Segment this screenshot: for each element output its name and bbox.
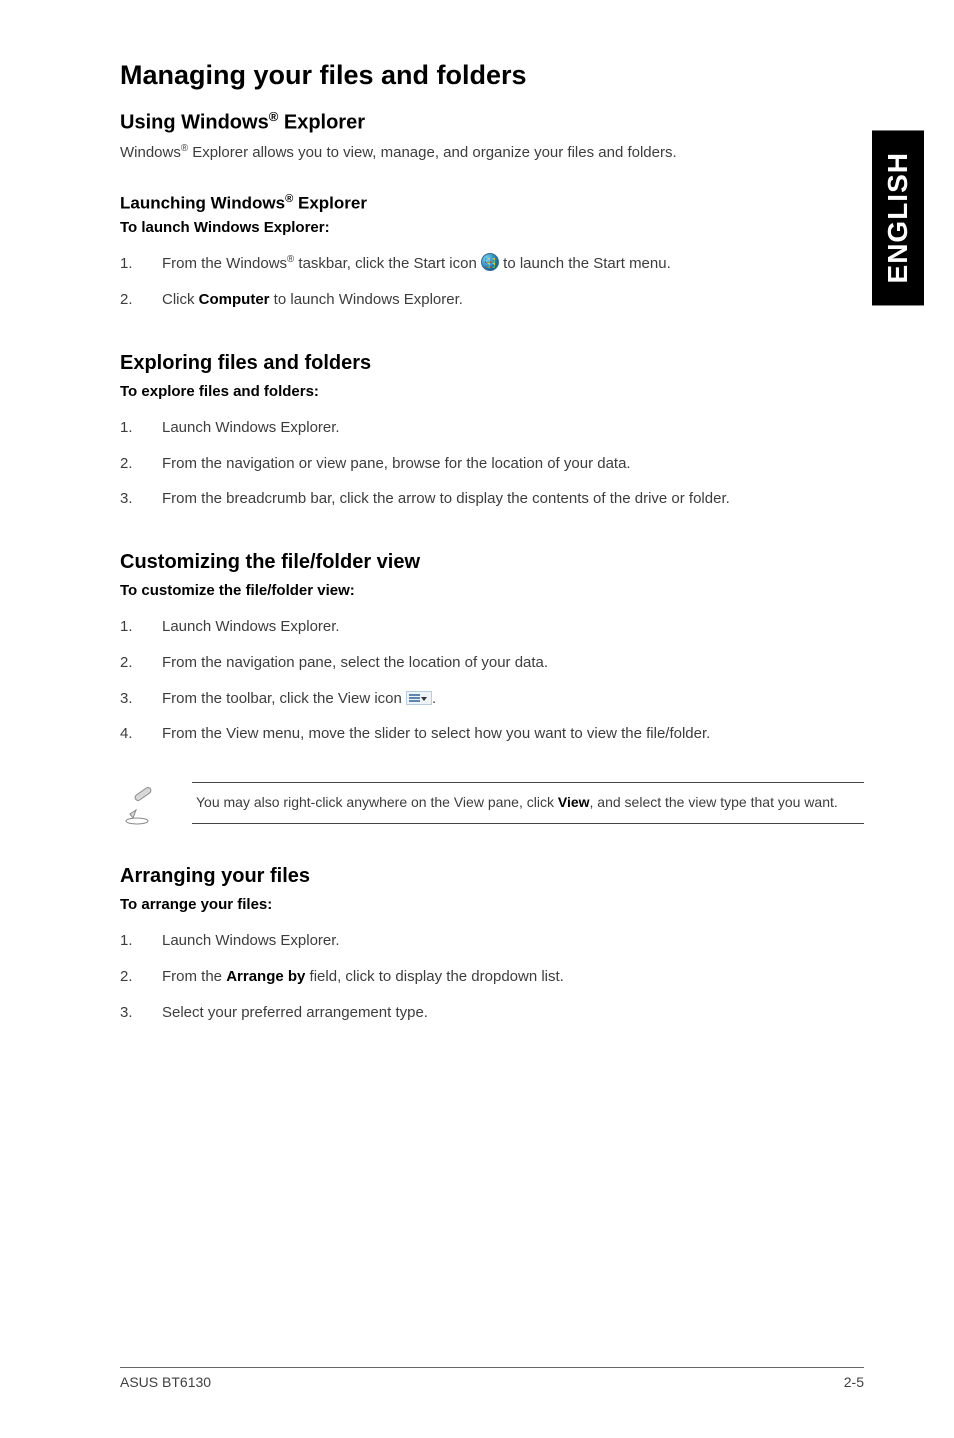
customize-steps: 1. Launch Windows Explorer. 2. From the … (120, 609, 864, 752)
footer-left: ASUS BT6130 (120, 1374, 211, 1390)
heading-customizing: Customizing the file/folder view (120, 551, 864, 574)
language-tab: ENGLISH (872, 130, 924, 305)
note-box: You may also right-click anywhere on the… (122, 782, 864, 831)
view-icon (406, 691, 432, 705)
list-item: 4. From the View menu, move the slider t… (120, 716, 864, 752)
heading-launching-explorer: Launching Windows® Explorer (120, 193, 864, 214)
heading-using-explorer: Using Windows® Explorer (120, 109, 864, 135)
list-item: 2. From the navigation or view pane, bro… (120, 446, 864, 482)
list-item: 1. Launch Windows Explorer. (120, 410, 864, 446)
sub-arrange: To arrange your files: (120, 896, 864, 913)
sub-explore: To explore files and folders: (120, 383, 864, 400)
explore-steps: 1. Launch Windows Explorer. 2. From the … (120, 410, 864, 517)
page-content: Managing your files and folders Using Wi… (0, 0, 954, 1100)
page-title: Managing your files and folders (120, 60, 864, 91)
list-item: 2. From the navigation pane, select the … (120, 645, 864, 681)
sub-customize: To customize the file/folder view: (120, 582, 864, 599)
list-item: 3. From the breadcrumb bar, click the ar… (120, 481, 864, 517)
pencil-icon (122, 782, 162, 831)
page-footer: ASUS BT6130 2-5 (120, 1367, 864, 1390)
heading-arranging: Arranging your files (120, 865, 864, 888)
list-item: 2. From the Arrange by field, click to d… (120, 959, 864, 995)
arrange-steps: 1. Launch Windows Explorer. 2. From the … (120, 923, 864, 1030)
note-text: You may also right-click anywhere on the… (192, 782, 864, 824)
footer-right: 2-5 (844, 1374, 864, 1390)
list-item: 1. Launch Windows Explorer. (120, 923, 864, 959)
start-icon (481, 253, 499, 271)
launch-steps: 1. From the Windows® taskbar, click the … (120, 246, 864, 318)
heading-exploring: Exploring files and folders (120, 352, 864, 375)
sub-launch: To launch Windows Explorer: (120, 219, 864, 236)
list-item: 1. Launch Windows Explorer. (120, 609, 864, 645)
list-item: 3. Select your preferred arrangement typ… (120, 995, 864, 1031)
list-item: 1. From the Windows® taskbar, click the … (120, 246, 864, 282)
list-item: 2. Click Computer to launch Windows Expl… (120, 282, 864, 318)
intro-text: Windows® Explorer allows you to view, ma… (120, 143, 864, 161)
list-item: 3. From the toolbar, click the View icon… (120, 681, 864, 717)
